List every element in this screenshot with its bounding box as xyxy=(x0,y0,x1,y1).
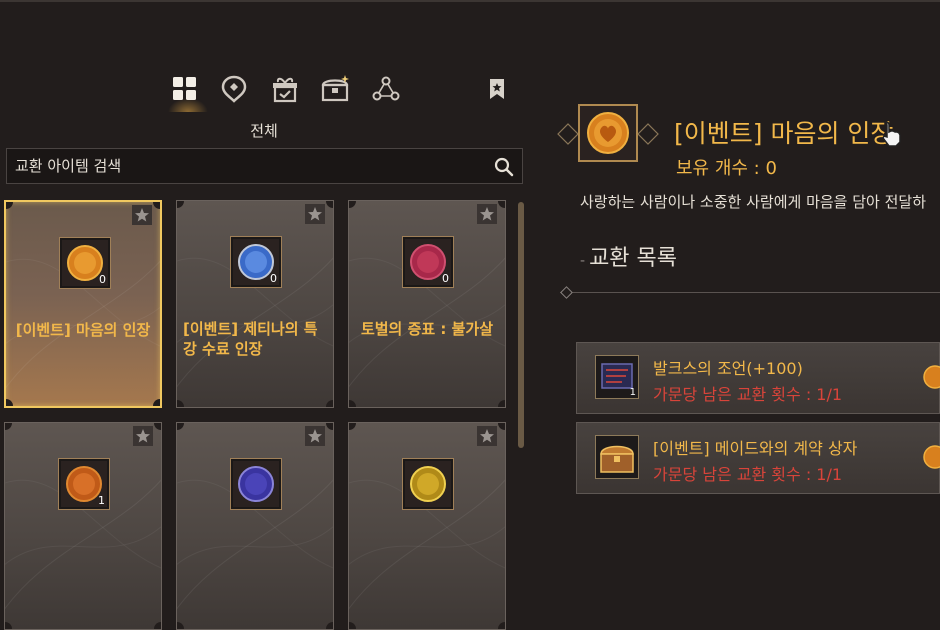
exchange-limit: 가문당 남은 교환 횟수 : 1/1 xyxy=(653,465,843,484)
gold-seal-icon xyxy=(410,466,446,502)
favorite-star-icon[interactable] xyxy=(132,205,152,225)
purple-seal-icon xyxy=(238,466,274,502)
gift-box-icon xyxy=(273,77,297,103)
search-icon[interactable] xyxy=(494,157,514,177)
item-card[interactable]: 0 [이벤트] 제티나의 특강 수료 인장 xyxy=(176,200,334,408)
tab-bookmark[interactable] xyxy=(480,72,514,106)
grid-icon xyxy=(173,77,196,100)
item-slot xyxy=(402,458,454,510)
heart-seal-icon xyxy=(587,112,629,154)
item-count: 0 xyxy=(99,273,106,286)
detail-title: [이벤트] 마음의 인장 xyxy=(674,119,894,148)
exchange-limit: 가문당 남은 교환 횟수 : 1/1 xyxy=(653,385,843,404)
item-count: 0 xyxy=(270,272,277,285)
treasure-chest-icon xyxy=(321,75,349,102)
card-background-pattern xyxy=(177,479,333,610)
item-card[interactable]: 1 xyxy=(4,422,162,630)
tab-all[interactable] xyxy=(168,72,202,106)
card-background-pattern xyxy=(349,257,505,388)
search-input[interactable] xyxy=(15,149,485,183)
tab-network[interactable] xyxy=(369,72,403,106)
card-corner xyxy=(326,400,333,407)
hand-cursor-icon xyxy=(882,121,901,147)
item-card[interactable] xyxy=(176,422,334,630)
tab-location[interactable] xyxy=(217,72,251,106)
item-name: 토벌의 증표 : 불가살 xyxy=(360,320,494,338)
card-background-pattern xyxy=(5,479,161,610)
item-card[interactable]: 0 [이벤트] 마음의 인장 xyxy=(4,200,162,408)
detail-item-icon xyxy=(578,104,638,162)
card-corner xyxy=(153,399,160,406)
divider-ornament xyxy=(560,286,573,299)
item-slot: 1 xyxy=(58,458,110,510)
item-slot: 0 xyxy=(230,236,282,288)
item-count: 0 xyxy=(442,272,449,285)
tab-gift[interactable] xyxy=(268,72,302,106)
exchange-item-name: 발크스의 조언(+100) xyxy=(653,359,803,378)
cost-coin-icon xyxy=(923,365,940,389)
favorite-star-icon[interactable] xyxy=(305,426,325,446)
item-slot: 0 xyxy=(402,236,454,288)
exchange-row[interactable]: [이벤트] 메이드와의 계약 상자 가문당 남은 교환 횟수 : 1/1 xyxy=(576,422,940,494)
exchange-row[interactable]: 1 발크스의 조언(+100) 가문당 남은 교환 횟수 : 1/1 xyxy=(576,342,940,414)
item-name: [이벤트] 제티나의 특강 수료 인장 xyxy=(183,320,318,358)
card-corner xyxy=(498,622,505,629)
bookmark-icon xyxy=(490,79,504,99)
favorite-star-icon[interactable] xyxy=(477,204,497,224)
card-corner xyxy=(154,622,161,629)
exchange-item-name: [이벤트] 메이드와의 계약 상자 xyxy=(653,439,858,458)
card-background-pattern xyxy=(349,479,505,610)
scrollbar[interactable] xyxy=(518,202,524,448)
chest-icon xyxy=(600,445,634,473)
location-pin-icon xyxy=(221,75,247,103)
exchange-item-count: 1 xyxy=(629,387,636,398)
item-name: [이벤트] 마음의 인장 xyxy=(15,321,151,339)
favorite-star-icon[interactable] xyxy=(477,426,497,446)
exchange-item-thumb: 1 xyxy=(595,355,639,399)
network-nodes-icon xyxy=(372,76,400,101)
favorite-star-icon[interactable] xyxy=(133,426,153,446)
top-border xyxy=(0,0,940,2)
item-count: 1 xyxy=(98,494,105,507)
card-corner xyxy=(498,400,505,407)
item-slot xyxy=(230,458,282,510)
item-description: 사랑하는 사람이나 소중한 사람에게 마음을 담아 전달하 xyxy=(580,193,927,211)
item-card[interactable] xyxy=(348,422,506,630)
card-corner xyxy=(326,622,333,629)
tab-chest[interactable] xyxy=(318,72,352,106)
exchange-item-thumb xyxy=(595,435,639,479)
search-box xyxy=(6,148,523,184)
divider xyxy=(560,292,940,293)
cost-coin-icon xyxy=(923,445,940,469)
exchange-list-title: 교환 목록 xyxy=(589,246,678,271)
favorite-star-icon[interactable] xyxy=(305,204,325,224)
item-slot: 0 xyxy=(59,237,111,289)
owned-count: 보유 개수 : 0 xyxy=(676,158,777,179)
header-dash: - xyxy=(580,253,586,269)
item-card[interactable]: 0 토벌의 증표 : 불가살 xyxy=(348,200,506,408)
card-background-pattern xyxy=(6,258,160,389)
category-label: 전체 xyxy=(250,122,278,140)
exchange-list-header: - 교환 목록 xyxy=(580,240,677,272)
card-background-pattern xyxy=(177,257,333,388)
